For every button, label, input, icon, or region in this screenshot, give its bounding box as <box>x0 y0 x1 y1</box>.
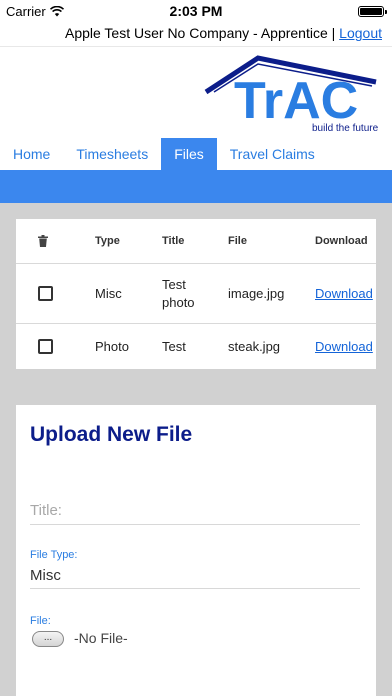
row-file: steak.jpg <box>228 339 281 354</box>
upload-heading: Upload New File <box>30 423 193 446</box>
choose-file-button[interactable]: ... <box>32 631 64 647</box>
title-input[interactable] <box>30 497 360 523</box>
upload-form: Upload New File File Type: Misc File: ..… <box>16 405 376 696</box>
row-download-cell: Download <box>315 324 375 369</box>
row-title: Test photo <box>162 264 222 323</box>
download-link[interactable]: Download <box>315 286 373 301</box>
status-time: 2:03 PM <box>169 3 223 19</box>
logo-tagline: build the future <box>312 123 379 134</box>
row-title-line: Test <box>162 276 186 292</box>
logo-text: TrAC <box>234 72 358 130</box>
trash-icon[interactable] <box>38 219 64 263</box>
file-label: File: <box>30 615 51 627</box>
status-bar: Carrier 2:03 PM <box>0 0 392 22</box>
header-divider <box>0 46 392 47</box>
row-type: Misc <box>95 286 122 301</box>
logout-link[interactable]: Logout <box>339 25 382 41</box>
tab-band <box>0 170 392 203</box>
file-type-select[interactable]: Misc <box>30 564 360 589</box>
row-download-cell: Download <box>315 264 375 323</box>
tab-timesheets[interactable]: Timesheets <box>63 138 161 170</box>
user-info: Apple Test User No Company - Apprentice … <box>64 25 336 41</box>
tab-travel-claims[interactable]: Travel Claims <box>217 138 328 170</box>
row-title: Test <box>162 338 186 354</box>
file-type-label: File Type: <box>30 549 78 561</box>
column-header-file: File <box>228 235 247 247</box>
tab-files[interactable]: Files <box>161 138 217 170</box>
file-status: -No File- <box>74 630 128 646</box>
table-row: Photo Test steak.jpg Download <box>16 324 376 369</box>
row-checkbox[interactable] <box>38 264 64 323</box>
tab-home[interactable]: Home <box>0 138 63 170</box>
trac-logo: TrAC build the future <box>204 55 379 134</box>
row-type: Photo <box>95 339 129 354</box>
column-header-title: Title <box>162 235 185 247</box>
download-link[interactable]: Download <box>315 339 373 354</box>
row-checkbox[interactable] <box>38 324 64 369</box>
title-field <box>30 497 360 525</box>
column-header-type: Type <box>95 235 120 247</box>
table-row: Misc Test photo image.jpg Download <box>16 264 376 324</box>
user-bar: Apple Test User No Company - Apprentice … <box>65 22 382 44</box>
files-table: Type Title File Download Misc Test photo… <box>16 219 376 369</box>
column-header-download: Download <box>315 235 368 247</box>
nav-tabs: Home Timesheets Files Travel Claims <box>0 138 392 170</box>
row-file: image.jpg <box>228 286 285 301</box>
battery-icon <box>358 6 387 17</box>
table-header: Type Title File Download <box>16 219 376 264</box>
row-title-line: photo <box>162 294 195 310</box>
